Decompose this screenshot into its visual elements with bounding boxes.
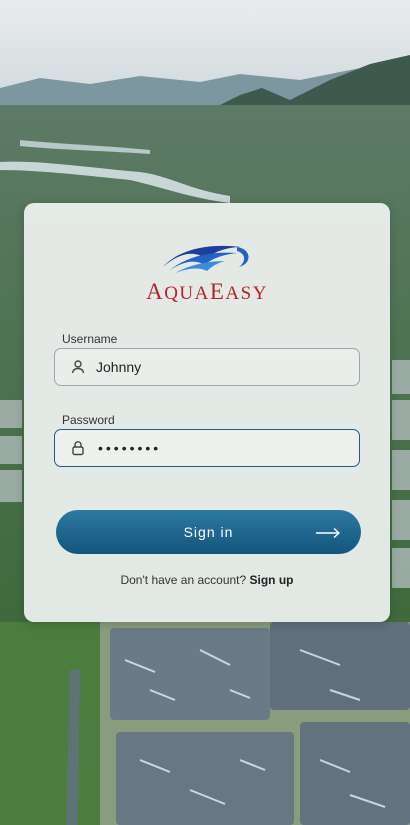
password-field[interactable]: •••••••• xyxy=(54,429,360,467)
signup-prompt-line: Don't have an account? Sign up xyxy=(24,573,390,587)
sign-up-link[interactable]: Sign up xyxy=(250,573,294,587)
password-label: Password xyxy=(62,413,115,427)
brand-rest-2: ASY xyxy=(225,283,268,304)
brand-name: AQUAEASY xyxy=(24,279,390,305)
user-icon xyxy=(68,357,88,377)
password-value[interactable]: •••••••• xyxy=(98,440,161,456)
username-field[interactable]: Johnny xyxy=(54,348,360,386)
brand-initial-2: E xyxy=(209,279,226,304)
signup-prompt: Don't have an account? xyxy=(120,573,250,587)
arrow-right-icon xyxy=(315,526,341,542)
sign-in-button[interactable]: Sign in xyxy=(56,510,361,554)
brand-initial-1: A xyxy=(146,279,165,304)
username-value[interactable]: Johnny xyxy=(96,359,141,375)
login-card: AQUAEASY Username Johnny Password ••••••… xyxy=(24,203,390,622)
wave-logo-icon xyxy=(163,245,249,273)
username-label: Username xyxy=(62,332,118,346)
brand-rest-1: QUA xyxy=(164,283,210,304)
lock-icon xyxy=(68,438,88,458)
